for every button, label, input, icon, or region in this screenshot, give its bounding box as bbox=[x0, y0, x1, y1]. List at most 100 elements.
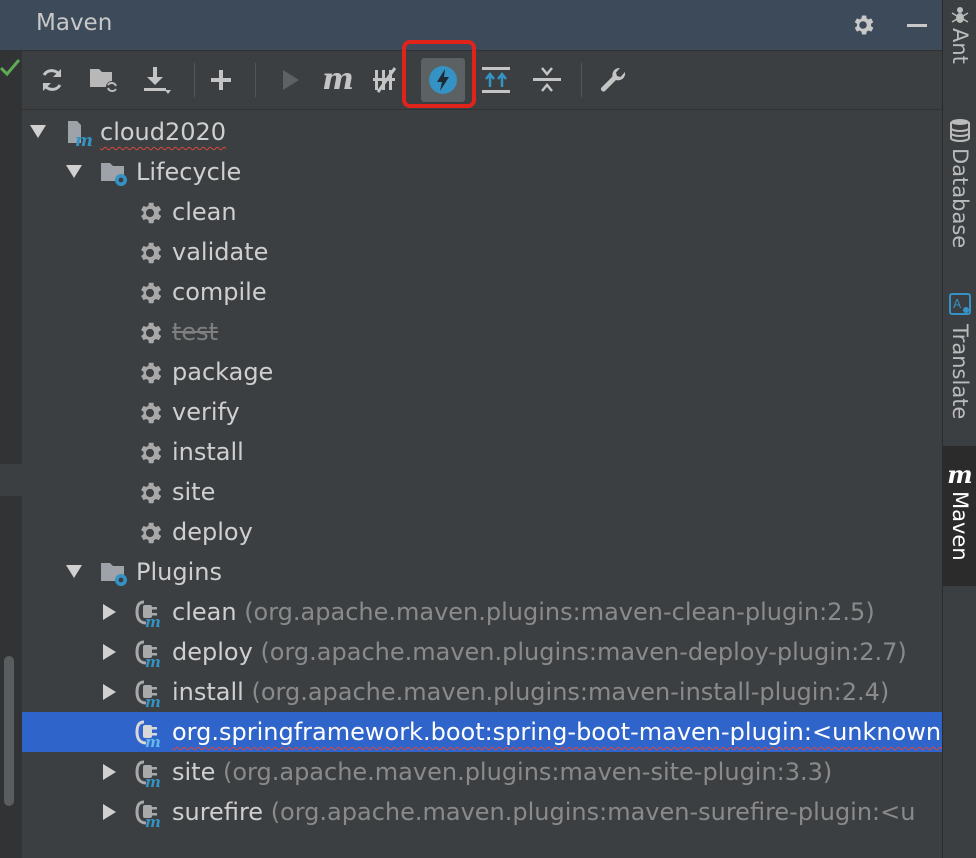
svg-text:m: m bbox=[145, 813, 161, 827]
tool-window-header: Maven bbox=[22, 0, 942, 51]
collapse-arrow-icon[interactable] bbox=[100, 792, 120, 832]
maven-m-label: m bbox=[322, 62, 354, 97]
execute-maven-goal-icon[interactable]: m bbox=[320, 62, 356, 98]
collapse-arrow-icon[interactable] bbox=[100, 752, 120, 792]
maven-plugin-icon: m bbox=[135, 600, 161, 627]
plugin-row-site[interactable]: m site (org.apache.maven.plugins:maven-s… bbox=[22, 752, 942, 792]
add-maven-project-icon[interactable] bbox=[203, 62, 239, 98]
plugin-coordinates: (org.apache.maven.plugins:maven-deploy-p… bbox=[260, 638, 907, 666]
maven-module-icon: m bbox=[68, 121, 93, 147]
maven-plugin-icon: m bbox=[135, 720, 161, 747]
plugin-name: surefire bbox=[172, 798, 264, 826]
tab-label: Database bbox=[948, 148, 972, 249]
collapse-arrow-icon[interactable] bbox=[100, 672, 120, 712]
plugin-coordinates: (org.apache.maven.plugins:maven-surefire… bbox=[270, 798, 916, 826]
database-icon bbox=[950, 119, 970, 142]
plugin-coordinates: (org.apache.maven.plugins:maven-install-… bbox=[251, 678, 890, 706]
minimize-icon[interactable] bbox=[902, 10, 932, 40]
maven-plugin-icon: m bbox=[135, 680, 161, 707]
maven-settings-wrench-icon[interactable] bbox=[596, 62, 632, 98]
tree-row-project[interactable]: m cloud2020 bbox=[22, 112, 942, 152]
goal-label: verify bbox=[172, 398, 240, 426]
editor-scrollbar[interactable] bbox=[4, 656, 14, 806]
tab-label: Translate bbox=[948, 324, 972, 420]
gear-icon bbox=[141, 362, 162, 384]
plugin-name: deploy bbox=[172, 638, 253, 666]
plugin-row-install[interactable]: m install (org.apache.maven.plugins:mave… bbox=[22, 672, 942, 712]
gear-icon bbox=[141, 522, 162, 544]
svg-text:m: m bbox=[145, 733, 161, 747]
gear-icon bbox=[141, 322, 162, 344]
show-dependencies-icon[interactable] bbox=[478, 62, 514, 98]
plugin-coordinates: (org.apache.maven.plugins:maven-clean-pl… bbox=[244, 598, 875, 626]
gear-icon bbox=[141, 242, 162, 264]
plugin-coordinates: (org.apache.maven.plugins:maven-site-plu… bbox=[223, 758, 833, 786]
lifecycle-goal-compile[interactable]: compile bbox=[22, 272, 942, 312]
expand-arrow-icon[interactable] bbox=[64, 552, 84, 592]
plugins-folder-icon bbox=[101, 563, 127, 586]
reload-all-maven-projects-icon[interactable] bbox=[34, 62, 70, 98]
goal-label: package bbox=[172, 358, 274, 386]
checkmark-icon bbox=[0, 59, 21, 77]
gear-icon[interactable] bbox=[848, 10, 878, 40]
gear-icon bbox=[141, 482, 162, 504]
lifecycle-goal-install[interactable]: install bbox=[22, 432, 942, 472]
goal-label: site bbox=[172, 478, 216, 506]
lifecycle-goal-deploy[interactable]: deploy bbox=[22, 512, 942, 552]
lifecycle-folder-icon bbox=[101, 163, 127, 186]
gear-icon bbox=[141, 402, 162, 424]
goal-label: install bbox=[172, 438, 244, 466]
svg-text:A: A bbox=[953, 297, 962, 311]
goal-label: deploy bbox=[172, 518, 253, 546]
collapse-arrow-icon[interactable] bbox=[100, 632, 120, 672]
maven-plugin-icon: m bbox=[135, 640, 161, 667]
tab-label: Ant bbox=[948, 28, 972, 64]
goal-label: clean bbox=[172, 198, 237, 226]
tree-row-lifecycle[interactable]: Lifecycle bbox=[22, 152, 942, 192]
gear-icon bbox=[141, 202, 162, 224]
goal-label: compile bbox=[172, 278, 267, 306]
lifecycle-label: Lifecycle bbox=[136, 158, 242, 186]
tab-database[interactable]: Database bbox=[943, 118, 976, 268]
plugin-row-surefire[interactable]: m surefire (org.apache.maven.plugins:mav… bbox=[22, 792, 942, 832]
svg-text:m: m bbox=[145, 613, 161, 627]
svg-text:m: m bbox=[145, 653, 161, 667]
lifecycle-goal-verify[interactable]: verify bbox=[22, 392, 942, 432]
tab-translate[interactable]: A Translate bbox=[943, 292, 976, 442]
plugin-row-spring-boot-selected[interactable]: m org.springframework.boot:spring-boot-m… bbox=[22, 712, 942, 752]
translate-icon: A bbox=[949, 293, 971, 315]
maven-plugin-icon: m bbox=[135, 760, 161, 787]
ant-icon bbox=[951, 7, 969, 23]
lifecycle-goal-test[interactable]: test bbox=[22, 312, 942, 352]
download-sources-icon[interactable] bbox=[138, 62, 174, 98]
expand-arrow-icon[interactable] bbox=[64, 152, 84, 192]
collapse-all-icon[interactable] bbox=[529, 62, 565, 98]
goal-label-skipped: test bbox=[172, 318, 219, 346]
svg-text:m: m bbox=[145, 693, 161, 707]
plugins-label: Plugins bbox=[136, 558, 222, 586]
maven-tool-window: Maven m m cloud2020 Lifecycle clean vali… bbox=[22, 0, 942, 858]
svg-text:m: m bbox=[145, 773, 161, 787]
generate-sources-icon[interactable] bbox=[86, 62, 122, 98]
run-maven-build-icon[interactable] bbox=[272, 62, 308, 98]
tree-row-plugins[interactable]: Plugins bbox=[22, 552, 942, 592]
gear-icon bbox=[141, 282, 162, 304]
plugin-name: org.springframework.boot:spring-boot-mav… bbox=[172, 718, 942, 746]
collapse-arrow-icon[interactable] bbox=[100, 592, 120, 632]
expand-arrow-icon[interactable] bbox=[28, 112, 48, 152]
plugin-row-deploy[interactable]: m deploy (org.apache.maven.plugins:maven… bbox=[22, 632, 942, 672]
lifecycle-goal-validate[interactable]: validate bbox=[22, 232, 942, 272]
toggle-offline-mode-icon[interactable] bbox=[369, 62, 405, 98]
project-name: cloud2020 bbox=[100, 118, 227, 146]
skip-tests-mode-icon[interactable] bbox=[421, 58, 465, 102]
plugin-name: site bbox=[172, 758, 216, 786]
plugin-row-clean[interactable]: m clean (org.apache.maven.plugins:maven-… bbox=[22, 592, 942, 632]
lifecycle-goal-package[interactable]: package bbox=[22, 352, 942, 392]
tab-maven[interactable]: m Maven bbox=[943, 446, 976, 586]
panel-title: Maven bbox=[36, 10, 113, 36]
gear-icon bbox=[141, 442, 162, 464]
tab-ant[interactable]: Ant bbox=[943, 4, 976, 94]
lifecycle-goal-site[interactable]: site bbox=[22, 472, 942, 512]
maven-plugin-icon: m bbox=[135, 800, 161, 827]
lifecycle-goal-clean[interactable]: clean bbox=[22, 192, 942, 232]
